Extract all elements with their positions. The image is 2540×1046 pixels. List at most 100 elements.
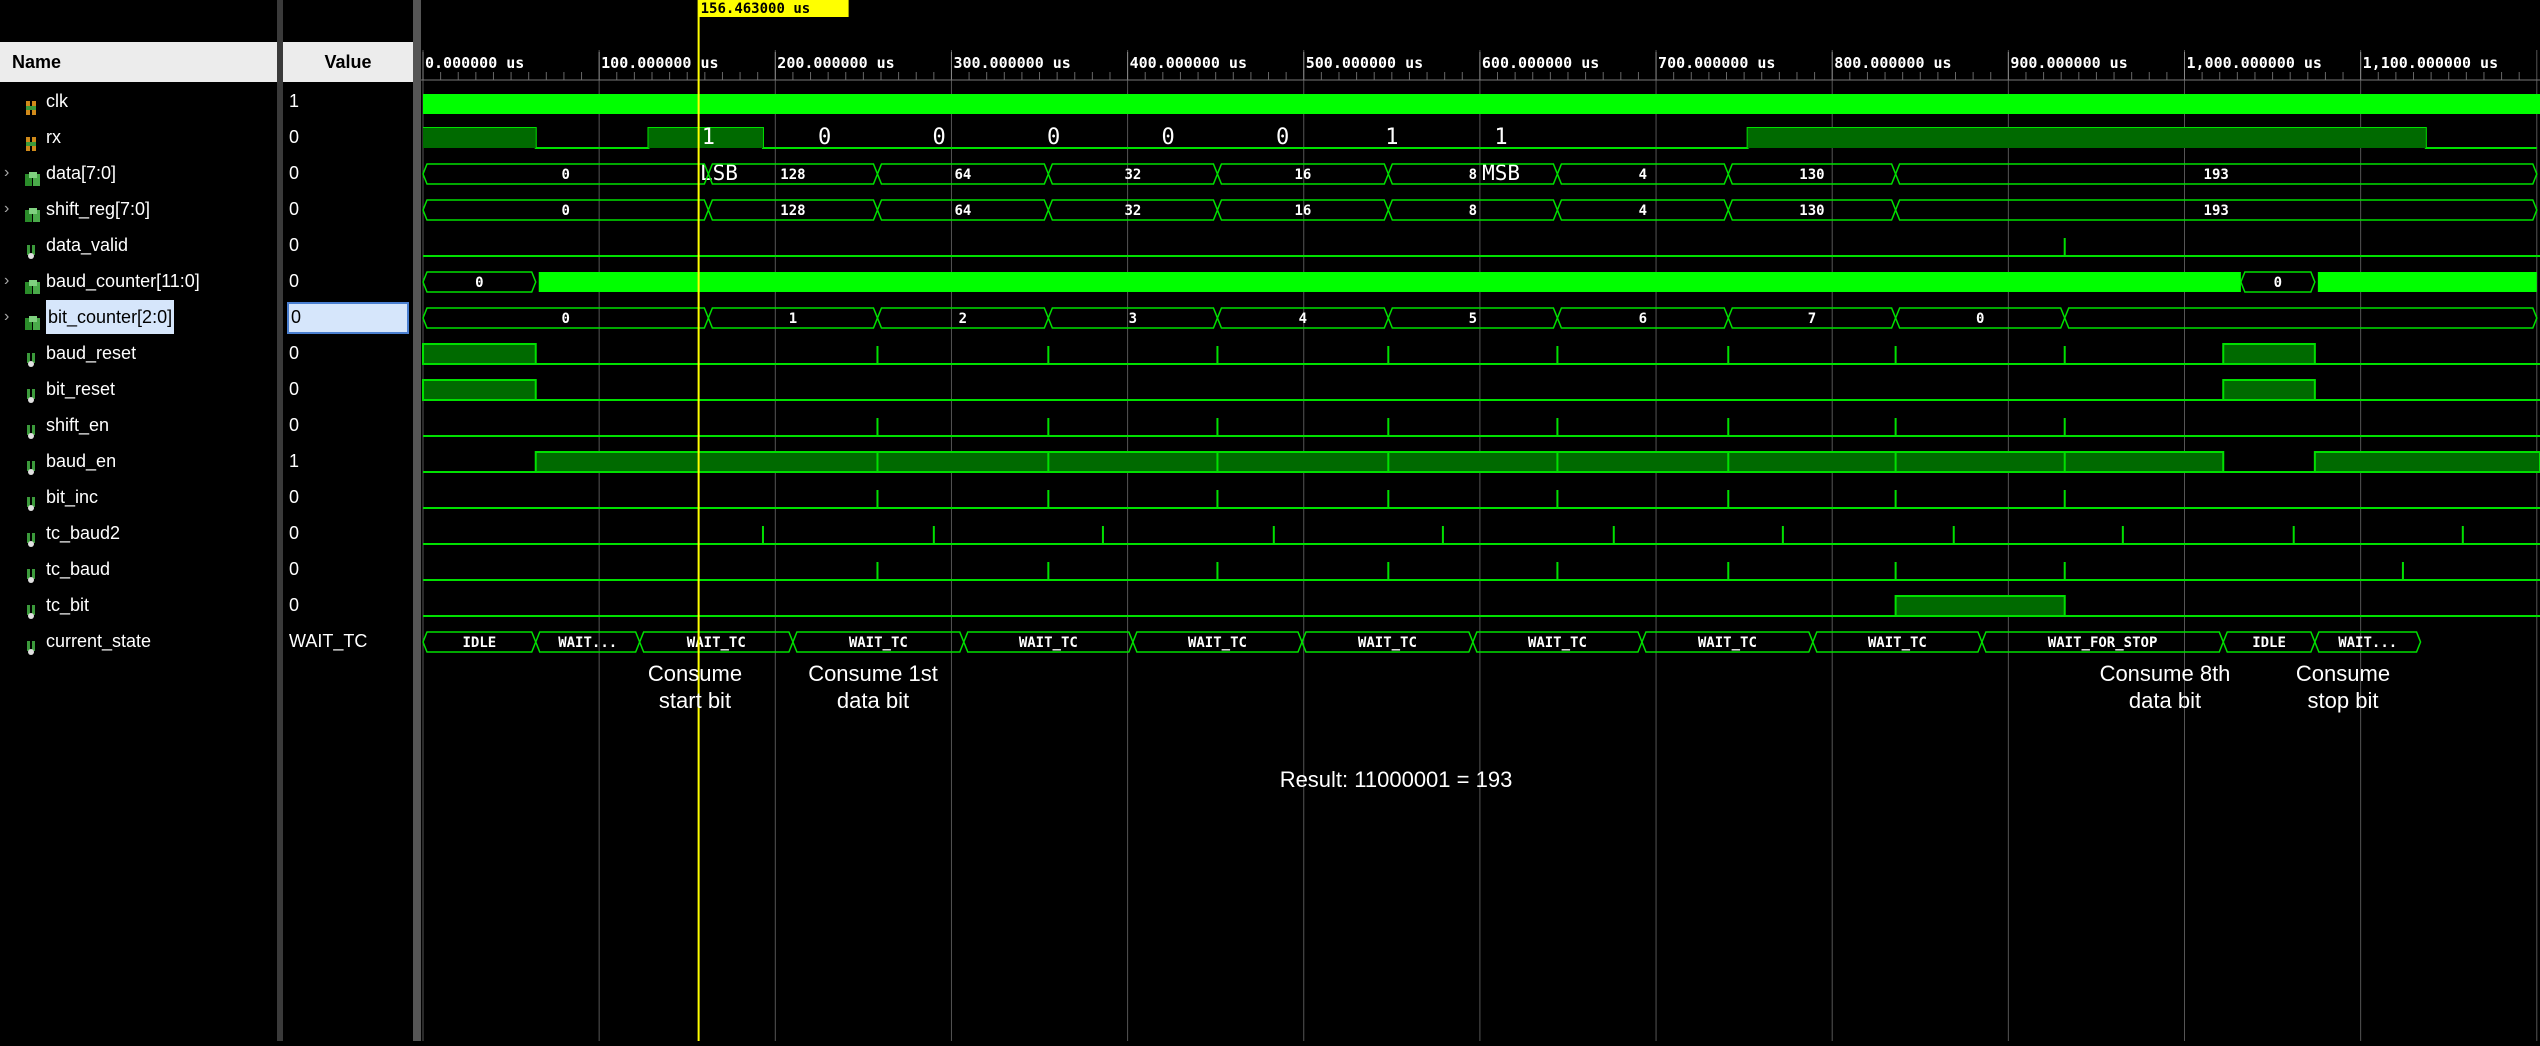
bit-icon [24,489,38,511]
signal-value: 1 [289,451,300,471]
signal-value: 0 [289,379,300,399]
bit-counter-bus-value: 7 [1808,311,1816,327]
signal-name: tc_baud2 [46,523,121,543]
signal-row-tc-baud[interactable]: tc_baud [0,552,277,588]
signal-value-row[interactable]: 0 [287,300,417,336]
signal-row-bit-reset[interactable]: bit_reset [0,372,277,408]
signal-value-row[interactable]: 1 [283,444,413,480]
ruler-label: 400.000000 us [1130,54,1247,72]
rx-bit-label: 0 [1276,125,1289,150]
ruler-label: 700.000000 us [1658,54,1775,72]
signal-row-baud-en[interactable]: baud_en [0,444,277,480]
signal-row-tc-baud2[interactable]: tc_baud2 [0,516,277,552]
signal-value-row[interactable]: 0 [283,552,413,588]
signal-row-bit-counter-2-0[interactable]: › bit_counter[2:0] [0,300,277,336]
signal-row-data-valid[interactable]: data_valid [0,228,277,264]
bit-counter-bus-value: 4 [1299,311,1307,327]
time-cursor-label: 156.463000 us [701,1,811,17]
data-bus-value: 128 [780,167,805,183]
waveform-canvas[interactable]: 0.000000 us 100.000000 us 200.000000 us 300… [421,0,2540,1041]
bus-icon [24,273,40,294]
signal-value-row[interactable]: 0 [283,336,413,372]
signal-value-row[interactable]: 0 [283,120,413,156]
signal-value: 0 [289,199,300,219]
ruler-label: 500.000000 us [1306,54,1423,72]
expand-chevron-icon[interactable]: › [4,300,14,334]
bit-counter-bus-value: 0 [1976,311,1984,327]
bit-counter-bus-value: 6 [1639,311,1647,327]
selected-value-box[interactable] [287,302,409,334]
signal-value-row[interactable]: 0 [283,588,413,624]
rx-bit-label: 0 [1161,125,1174,150]
signal-value-row[interactable]: 0 [283,480,413,516]
signal-row-tc-bit[interactable]: tc_bit [0,588,277,624]
tc-bit-high [1894,595,2066,617]
bit-counter-bus-value: 3 [1129,311,1137,327]
value-column-header[interactable]: Value [283,42,413,82]
bus-icon [24,165,40,186]
annotation-start-bit: Consume start bit [647,661,743,713]
signal-row-baud-counter-11-0[interactable]: › baud_counter[11:0] [0,264,277,300]
signal-name: tc_bit [46,595,90,615]
state-bus-value: WAIT_TC [1528,635,1587,651]
annotation-first-data-bit: Consume 1st data bit [808,661,938,713]
signal-value-row[interactable]: 0 [283,264,413,300]
panel-divider-2[interactable] [413,0,421,1041]
rx-bit-label: 1 [1385,125,1398,150]
ruler-label: 300.000000 us [953,54,1070,72]
bit-icon [24,381,38,403]
bit-counter-bus-segment [2063,307,2538,329]
ruler-label: 0.000000 us [425,54,524,72]
signal-row-shift-en[interactable]: shift_en [0,408,277,444]
signal-value-row[interactable]: 1 [283,84,413,120]
ruler-label: 200.000000 us [777,54,894,72]
signal-row-baud-reset[interactable]: baud_reset [0,336,277,372]
rx-bit-label: 1 [1494,125,1507,150]
bit-icon [24,453,38,475]
signal-value-row[interactable]: 0 [283,408,413,444]
waveform-area[interactable]: 0.000000 us 100.000000 us 200.000000 us 300… [421,0,2540,1041]
rx-bit-label: 0 [1047,125,1060,150]
expand-chevron-icon[interactable]: › [4,156,14,190]
signal-row-data-7-0[interactable]: › data[7:0] [0,156,277,192]
state-bus-value: WAIT_TC [1019,635,1078,651]
signal-value-row[interactable]: 0 [283,516,413,552]
state-bus-value: WAIT_FOR_STOP [2048,635,2158,651]
signal-row-shift-reg-7-0[interactable]: › shift_reg[7:0] [0,192,277,228]
ruler-label: 100.000000 us [601,54,718,72]
ruler-label: 600.000000 us [1482,54,1599,72]
signal-value: 0 [291,307,302,327]
signal-value-row[interactable]: WAIT_TC [283,624,413,660]
expand-chevron-icon[interactable]: › [4,264,14,298]
signal-value-row[interactable]: 0 [283,192,413,228]
bit-counter-bus-value: 2 [959,311,967,327]
data-bus-value: 4 [1639,167,1647,183]
baud-counter-value: 0 [475,275,483,291]
signal-value-row[interactable]: 0 [283,156,413,192]
signal-name: current_state [46,631,152,651]
ruler-label: 800.000000 us [1834,54,1951,72]
signal-value-row[interactable]: 0 [283,228,413,264]
signal-row-clk[interactable]: clk [0,84,277,120]
signal-row-rx[interactable]: rx [0,120,277,156]
data-bus-value: 130 [1799,167,1824,183]
signal-name: rx [46,127,61,147]
rx-bit-label: 0 [932,125,945,150]
rx-bit-label: 0 [818,125,831,150]
shift-reg-bus-value: 4 [1639,203,1647,219]
signal-row-bit-inc[interactable]: bit_inc [0,480,277,516]
signal-row-current-state[interactable]: current_state [0,624,277,660]
signal-name: shift_reg[7:0] [46,199,151,219]
state-bus-value: WAIT_TC [1698,635,1757,651]
state-bus-value: WAIT... [558,635,617,651]
name-column-header[interactable]: Name [0,42,277,82]
annotation-eighth-data-bit: Consume 8th data bit [2099,661,2231,713]
signal-value: 0 [289,127,300,147]
baud-counter-value: 0 [2274,275,2282,291]
annotation-stop-bit: Consume stop bit [2295,661,2391,713]
bit-icon [24,525,38,547]
name-header-label: Name [12,52,62,72]
ruler-label: 1,000.000000 us [2187,54,2322,72]
expand-chevron-icon[interactable]: › [4,192,14,226]
signal-value-row[interactable]: 0 [283,372,413,408]
